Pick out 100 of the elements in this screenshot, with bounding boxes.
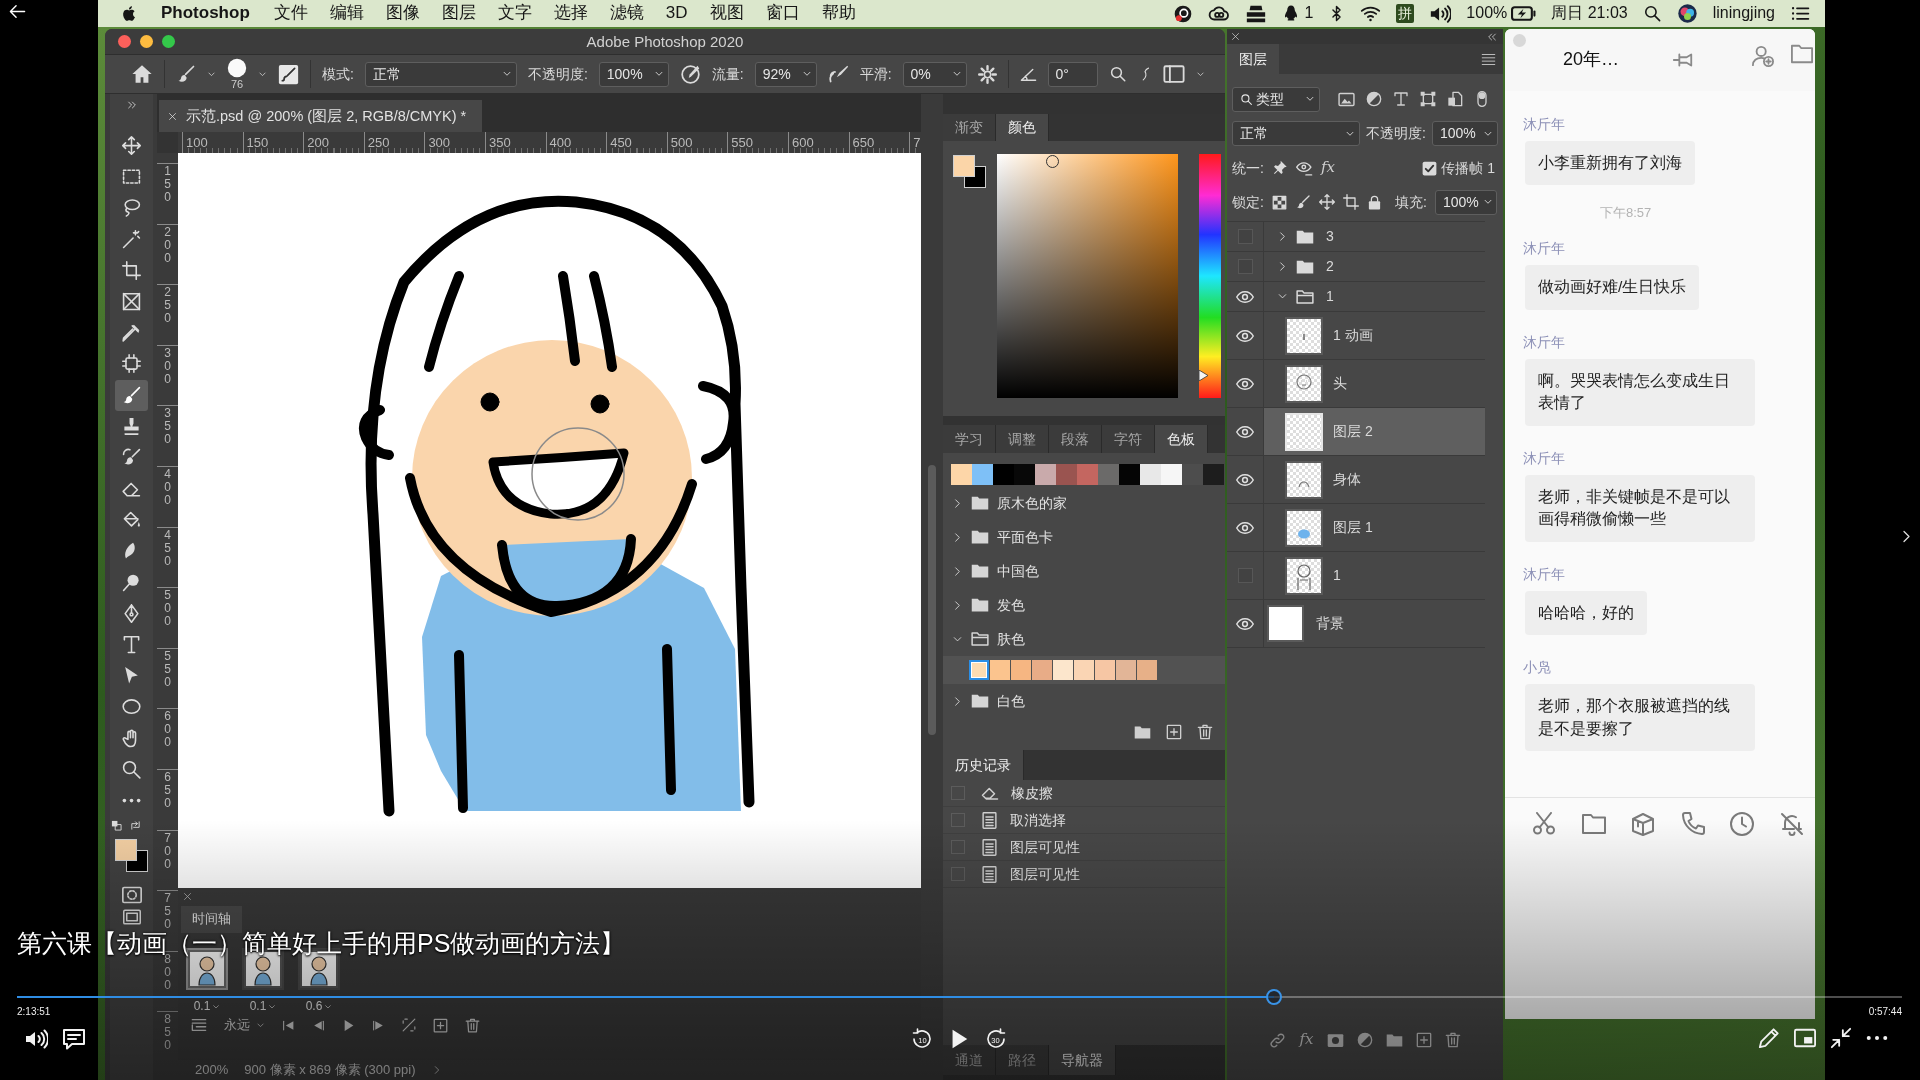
progress-handle[interactable] (1266, 989, 1283, 1005)
scissors-icon[interactable] (1532, 811, 1556, 836)
half-circle-icon[interactable] (1366, 91, 1382, 107)
checkerboard-icon[interactable] (1271, 194, 1287, 210)
color-swatch[interactable] (1077, 464, 1098, 485)
default-colors-icon[interactable] (110, 820, 122, 832)
blend-mode-dropdown[interactable]: 正常 (1232, 121, 1360, 146)
hue-slider[interactable] (1199, 154, 1221, 398)
brush-tip-icon[interactable] (227, 58, 247, 78)
menu-item[interactable]: 视图 (709, 2, 744, 25)
picture-in-picture-icon[interactable] (1794, 1027, 1816, 1049)
foreground-background-colors[interactable] (953, 155, 986, 188)
history-step[interactable]: 取消选择 (1010, 810, 1066, 830)
next-frame-icon[interactable] (372, 1018, 385, 1032)
phone-icon[interactable] (1680, 811, 1705, 836)
settings-icon[interactable] (977, 64, 997, 84)
brush-icon[interactable] (1294, 194, 1311, 210)
color-swatch[interactable] (1053, 660, 1073, 680)
panel-tab[interactable]: 颜色 (996, 114, 1049, 141)
layer-row[interactable]: 图层 2 (1264, 408, 1485, 455)
menu-item[interactable]: 帮助 (821, 2, 856, 25)
trash-icon[interactable] (1444, 1032, 1461, 1048)
bell-off-icon[interactable] (1779, 811, 1804, 836)
brush-settings-icon[interactable] (278, 63, 299, 85)
toggle-icon[interactable] (1474, 91, 1490, 107)
color-swatch[interactable] (1116, 660, 1136, 680)
color-swatch[interactable] (1074, 660, 1094, 680)
zoom-window-icon[interactable] (162, 35, 175, 48)
home-icon[interactable] (131, 63, 153, 85)
layer-row[interactable]: 身体 (1264, 456, 1485, 503)
pen-icon[interactable] (1758, 1027, 1780, 1049)
layer-group-row[interactable]: 2 (1264, 252, 1485, 281)
document-icon[interactable] (1447, 91, 1463, 107)
workspace-icon[interactable] (1162, 63, 1185, 85)
color-swatch[interactable] (990, 660, 1010, 680)
brush-icon[interactable] (115, 379, 148, 411)
document-tab[interactable]: 示范.psd @ 200% (图层 2, RGB/8/CMYK) * (159, 100, 483, 132)
history-step[interactable]: 橡皮擦 (1011, 783, 1053, 803)
folder-icon[interactable] (1385, 1031, 1403, 1049)
search-icon[interactable] (1108, 65, 1127, 83)
color-swatch[interactable] (1140, 464, 1161, 485)
frame-delay-dropdown[interactable]: 0.1 (249, 1000, 277, 1013)
caret-icon[interactable] (207, 69, 216, 79)
chevron-icon[interactable] (952, 565, 963, 577)
caret-icon[interactable] (258, 69, 267, 79)
history-step[interactable]: 图层可见性 (1010, 837, 1080, 857)
frame-delay-dropdown[interactable]: 0.6 (305, 1000, 333, 1013)
swatch-group-name[interactable]: 原木色的家 (997, 493, 1067, 513)
color-swatch[interactable] (969, 660, 989, 680)
panel-tab[interactable]: 色板 (1155, 425, 1208, 453)
history-step[interactable]: 图层可见性 (1010, 864, 1080, 884)
foreground-background-colors[interactable] (115, 839, 148, 873)
half-circle-icon[interactable] (1356, 1032, 1373, 1048)
scrollbar-thumb[interactable] (928, 465, 936, 735)
clock-icon[interactable] (1730, 811, 1754, 836)
trash-icon[interactable] (1197, 724, 1213, 740)
clock[interactable]: 周日 21:03 (1551, 3, 1628, 24)
hue-slider-handle[interactable] (1199, 370, 1208, 382)
minimize-window-icon[interactable] (140, 35, 153, 48)
back-icon[interactable] (9, 3, 26, 20)
swatch-group-name[interactable]: 平面色卡 (997, 527, 1053, 547)
frame-delay-dropdown[interactable]: 0.1 (193, 1000, 221, 1013)
plus-square-icon[interactable] (1415, 1032, 1432, 1048)
color-swatch[interactable] (1014, 464, 1035, 485)
image-icon[interactable] (1338, 90, 1355, 108)
lock-icon[interactable] (1366, 194, 1382, 210)
menu-item[interactable]: 文字 (497, 2, 532, 25)
chevron-icon[interactable] (1277, 231, 1288, 242)
close-window-icon[interactable] (118, 35, 131, 48)
input-method-indicator[interactable]: 拼 (1396, 4, 1415, 23)
panel-tab[interactable]: 渐变 (943, 114, 996, 141)
smoothing-dropdown[interactable]: 0% (902, 61, 967, 87)
swatch-group-name[interactable]: 白色 (997, 691, 1025, 711)
expand-icon[interactable] (126, 100, 137, 110)
menu-item[interactable]: 文件 (273, 2, 308, 25)
airbrush-icon[interactable] (827, 63, 849, 85)
chevron-icon[interactable] (952, 531, 963, 543)
timeline-tab[interactable]: 时间轴 (181, 906, 242, 933)
panel-tab[interactable]: 导航器 (1049, 1045, 1116, 1075)
volume-icon[interactable] (24, 1027, 48, 1051)
dashed-circle-frame-icon[interactable] (121, 885, 142, 906)
angle-field[interactable]: 0° (1047, 61, 1098, 87)
close-icon[interactable] (168, 111, 177, 121)
artboard-icon[interactable] (1342, 194, 1359, 210)
plus-square-icon[interactable] (433, 1017, 448, 1033)
fill-dropdown[interactable]: 100% (1435, 189, 1497, 215)
exit-fullscreen-icon[interactable] (1830, 1027, 1852, 1049)
layer-group-row[interactable]: 3 (1264, 222, 1485, 251)
search-icon[interactable] (1642, 4, 1662, 23)
brush-icon[interactable] (176, 64, 196, 84)
letter-t-icon[interactable] (1393, 91, 1409, 107)
close-icon[interactable] (1231, 32, 1240, 41)
panel-tab[interactable]: 字符 (1102, 425, 1155, 453)
menu-item[interactable]: 选择 (553, 2, 588, 25)
panel-tab[interactable]: 调整 (996, 425, 1049, 453)
color-swatch[interactable] (1098, 464, 1119, 485)
panel-tab[interactable]: 段落 (1049, 425, 1102, 453)
folder-icon[interactable] (1134, 723, 1151, 741)
plus-square-icon[interactable] (1166, 724, 1182, 740)
layer-row[interactable]: 1 (1264, 552, 1485, 599)
